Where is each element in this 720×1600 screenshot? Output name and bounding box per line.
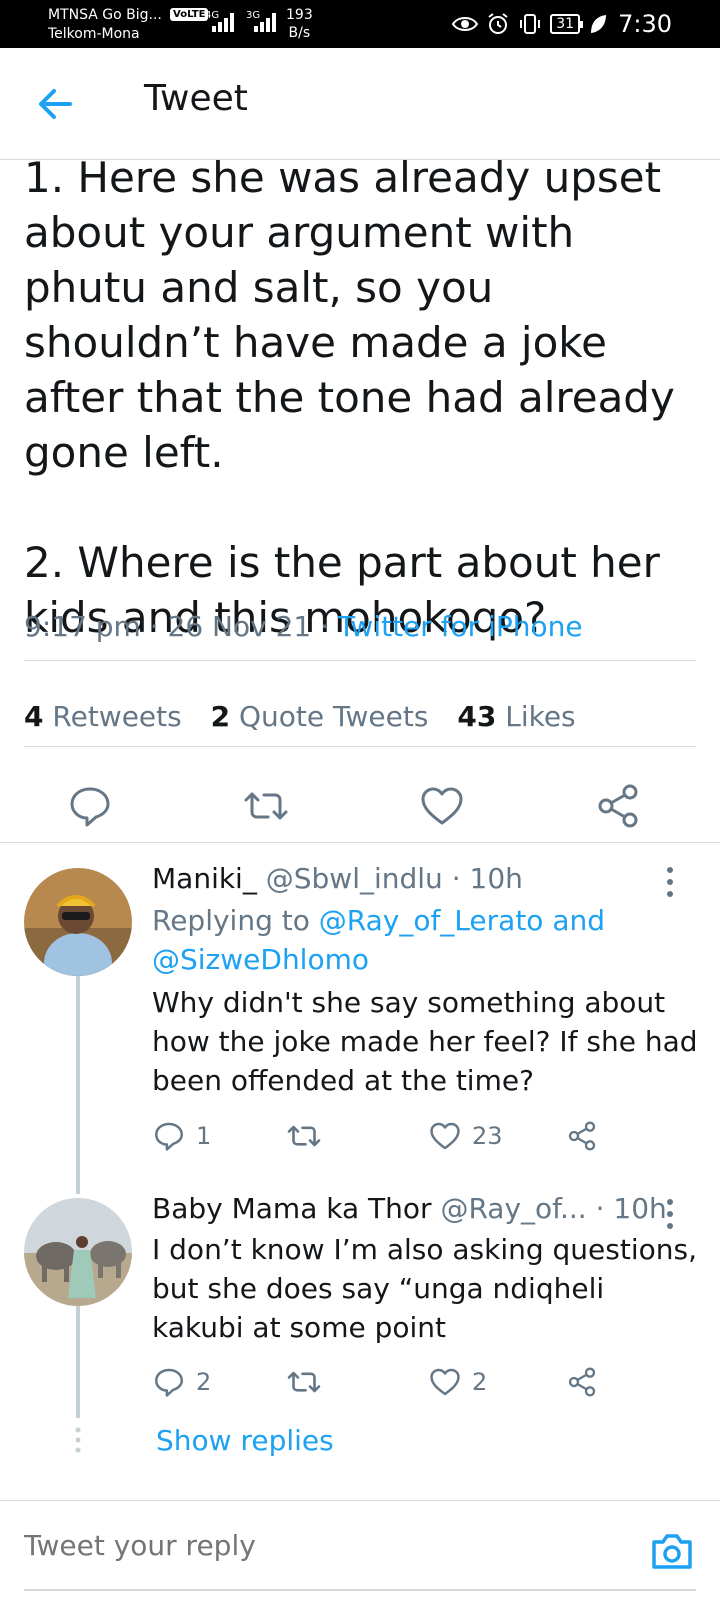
replying-prefix: Replying to <box>152 904 310 937</box>
main-tweet: 1. Here she was already upset about your… <box>24 150 696 645</box>
retweet-button[interactable] <box>286 1362 332 1402</box>
quote-tweets-label: Quote Tweets <box>239 700 429 733</box>
likes-count: 43 <box>457 700 497 733</box>
like-count: 2 <box>472 1368 488 1396</box>
like-count: 23 <box>472 1122 503 1150</box>
meta-separator: · <box>311 610 338 643</box>
tweet-action-bar <box>0 770 720 850</box>
status-icons: 31 7:30 <box>452 10 672 38</box>
reply-button[interactable]: 1 <box>152 1116 211 1156</box>
meta-separator: · <box>140 610 168 643</box>
thread-line <box>76 976 80 1194</box>
signal-icon <box>254 12 278 32</box>
retweet-button[interactable] <box>286 1116 332 1156</box>
retweet-icon <box>287 1125 321 1147</box>
more-vertical-icon[interactable] <box>664 864 676 900</box>
retweets-label: Retweets <box>52 700 182 733</box>
share-button[interactable] <box>566 1362 598 1402</box>
reply-icon <box>155 1122 183 1151</box>
divider <box>24 660 696 661</box>
page-title: Tweet <box>144 78 248 119</box>
app-header: Tweet <box>0 48 720 160</box>
network-speed: 193 B/s <box>286 6 313 42</box>
reply-count: 1 <box>196 1122 212 1150</box>
retweet-icon[interactable] <box>242 782 290 830</box>
vibrate-icon <box>520 14 541 34</box>
signal-icon <box>212 12 236 32</box>
avatar[interactable] <box>24 1198 132 1306</box>
meta-dot: · <box>595 1192 605 1225</box>
carrier-info: MTNSA Go Big... Telkom-Mona <box>48 6 162 44</box>
author-name[interactable]: Baby Mama ka Thor <box>152 1192 432 1225</box>
reply-header: Maniki_ @Sbwl_indlu · 10h <box>152 862 523 895</box>
retweets-stat[interactable]: 4 Retweets <box>24 700 182 733</box>
reply-button[interactable]: 2 <box>152 1362 211 1402</box>
author-handle[interactable]: @Ray_of... <box>440 1192 586 1225</box>
like-button[interactable]: 2 <box>428 1362 487 1402</box>
share-icon <box>568 1121 596 1151</box>
battery-indicator: 31 <box>550 14 583 34</box>
network-speed-value: 193 <box>286 7 313 23</box>
reply-text: I don’t know I’m also asking questions, … <box>152 1233 697 1344</box>
tweet-date: 26 Nov 21 <box>167 610 312 643</box>
thread-continuation-icon <box>75 1427 81 1453</box>
tweet-source-link[interactable]: Twitter for iPhone <box>338 610 583 643</box>
reply-input[interactable] <box>24 1529 584 1562</box>
thread-line <box>76 1306 80 1418</box>
avatar[interactable] <box>24 868 132 976</box>
like-button[interactable]: 23 <box>428 1116 503 1156</box>
mention-link[interactable]: @Ray_of_Lerato <box>319 904 544 937</box>
replying-to: Replying to @Ray_of_Lerato and @SizweDhl… <box>152 901 692 979</box>
share-icon <box>568 1367 596 1397</box>
composer-underline <box>24 1589 696 1591</box>
eye-icon <box>452 17 479 31</box>
quote-tweets-stat[interactable]: 2 Quote Tweets <box>211 700 429 733</box>
reply-action-bar: 2 2 <box>152 1362 622 1406</box>
reply-text: Why didn't she say something about how t… <box>152 986 698 1097</box>
show-replies-link[interactable]: Show replies <box>156 1424 334 1457</box>
tweet-text: 1. Here she was already upset about your… <box>24 153 675 642</box>
mention-link[interactable]: @SizweDhlomo <box>152 943 369 976</box>
quote-tweets-count: 2 <box>210 700 231 733</box>
status-bar: MTNSA Go Big... Telkom-Mona VoLTE 4G 3G … <box>0 0 720 48</box>
alarm-icon <box>488 13 508 34</box>
reply-time: 10h <box>469 862 523 895</box>
carrier-primary: MTNSA Go Big... <box>48 7 162 23</box>
meta-dot: · <box>451 862 461 895</box>
likes-stat[interactable]: 43 Likes <box>457 700 575 733</box>
tweet-meta: 9:17 pm · 26 Nov 21 · Twitter for iPhone <box>24 610 583 643</box>
reply-action-bar: 1 23 <box>152 1116 622 1160</box>
like-heart-icon[interactable] <box>418 782 466 830</box>
reply-count: 2 <box>196 1368 212 1396</box>
network-speed-unit: B/s <box>288 25 311 41</box>
heart-icon <box>430 1122 460 1150</box>
carrier-secondary: Telkom-Mona <box>48 26 140 42</box>
clock: 7:30 <box>618 10 672 38</box>
reply-icon[interactable] <box>66 782 114 830</box>
reply-icon <box>155 1368 183 1397</box>
leaf-icon <box>591 15 607 33</box>
replying-and: and <box>552 904 606 937</box>
reply-header: Baby Mama ka Thor @Ray_of... · 10h <box>152 1192 667 1225</box>
reply-time: 10h <box>613 1192 667 1225</box>
share-button[interactable] <box>566 1116 598 1156</box>
tweet-stats: 4 Retweets 2 Quote Tweets 43 Likes <box>24 700 596 733</box>
reply-composer <box>0 1500 720 1600</box>
divider <box>24 746 696 747</box>
tweet-time: 9:17 pm <box>24 610 141 643</box>
heart-icon <box>430 1368 460 1396</box>
author-name[interactable]: Maniki_ <box>152 862 257 895</box>
likes-label: Likes <box>505 700 576 733</box>
author-handle[interactable]: @Sbwl_indlu <box>266 862 443 895</box>
retweets-count: 4 <box>24 700 44 733</box>
divider <box>0 842 720 843</box>
back-arrow-icon[interactable] <box>34 82 78 126</box>
retweet-icon <box>287 1371 321 1393</box>
more-vertical-icon[interactable] <box>664 1196 676 1232</box>
camera-icon[interactable] <box>650 1531 694 1571</box>
volte-badge: VoLTE <box>170 8 209 21</box>
share-icon[interactable] <box>594 782 642 830</box>
